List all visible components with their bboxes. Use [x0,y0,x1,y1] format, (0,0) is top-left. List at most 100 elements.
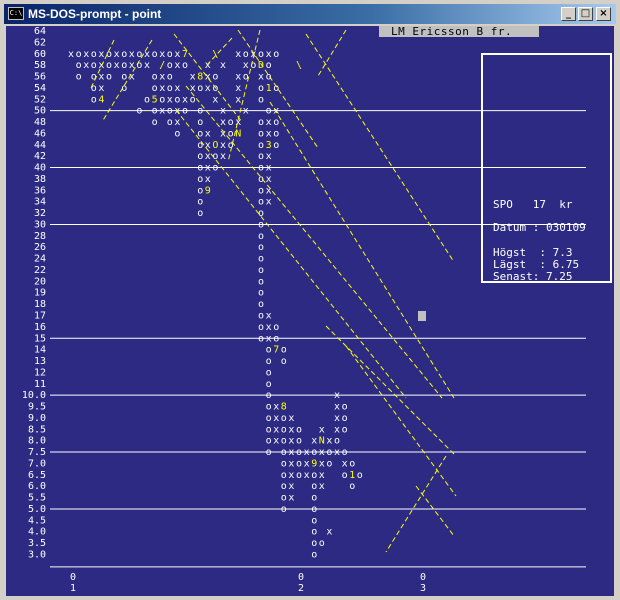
chart-symbol: x [266,163,272,174]
trend-line [305,33,455,263]
chart-symbol: x [319,470,325,481]
chart-symbol: x [319,447,325,458]
chart-symbol: o [281,436,287,447]
y-tick-label: 5.5 [28,493,46,504]
y-tick-label: 38 [34,174,46,185]
chart-symbol: x [235,72,241,83]
trend-line [269,101,455,399]
chart-symbol: x [266,151,272,162]
chart-symbol: o [326,458,332,469]
y-tick-label: 13 [34,356,46,367]
chart-symbol: o [197,83,203,94]
maximize-button[interactable]: □ [578,7,593,21]
x-year-marker: 0 [298,572,304,583]
chart-symbol: x [205,163,211,174]
chart-symbol: o [273,117,279,128]
chart-symbol: x [266,128,272,139]
chart-symbol: x [334,447,340,458]
chart-symbol: o [281,424,287,435]
chart-symbol: o [167,83,173,94]
chart-symbol: o [167,106,173,117]
chart-symbol: o [273,83,279,94]
chart-symbol: x [334,413,340,424]
chart-symbol: x [98,49,104,60]
chart-symbol: o [266,356,272,367]
console-area[interactable]: 64 62 60 58 56 54 52 50 48 46 44 42 40 38 36 34 32 30 28 26… [6,26,614,596]
y-tick-label: 62 [34,37,46,48]
chart-symbol: o [258,242,264,253]
chart-symbol: o [258,288,264,299]
chart-symbol: o [197,185,203,196]
chart-symbol: o [182,106,188,117]
chart-symbol: x [174,83,180,94]
chart-symbol: o [266,379,272,390]
chart-symbol: o [266,367,272,378]
text-cursor [418,311,426,321]
title-bar[interactable]: C:\ MS-DOS-prompt - point _ □ × [4,4,616,24]
y-tick-label: 15 [34,333,46,344]
chart-symbol: x [304,458,310,469]
chart-symbol: o [273,322,279,333]
info-symbol: SPO 17 kr [493,198,573,211]
window-title: MS-DOS-prompt - point [28,7,162,21]
chart-symbol: x [205,128,211,139]
chart-symbol: o [281,345,287,356]
chart-symbol: x [174,117,180,128]
chart-symbol: o [152,72,158,83]
minimize-button[interactable]: _ [561,7,576,21]
info-last: Senast: 7.25 [493,270,573,283]
trend-line [205,37,233,67]
chart-symbol: o [136,106,142,117]
chart-symbol: x [288,481,294,492]
close-button[interactable]: × [596,7,611,21]
chart-symbol: o [159,94,165,105]
chart-symbol: x [273,436,279,447]
info-date: Datum : 030109 [493,221,586,234]
trend-symbol: - [144,106,150,117]
chart-symbol: o [258,333,264,344]
chart-symbol: x [83,60,89,71]
chart-symbol: x [220,151,226,162]
chart-symbol: x [266,174,272,185]
y-tick-label: 8.0 [28,436,46,447]
y-tick-label: 28 [34,231,46,242]
chart-symbol: o [281,493,287,504]
chart-symbol: x [182,94,188,105]
chart-symbol: x [288,424,294,435]
chart-symbol: o [296,458,302,469]
chart-symbol: o [349,458,355,469]
chart-marker: N [235,128,241,139]
y-tick-label: 11 [34,379,46,390]
chart-symbol: x [326,527,332,538]
chart-symbol: o [311,493,317,504]
chart-symbol: x [205,174,211,185]
chart-symbol: x [288,447,294,458]
chart-symbol: x [273,413,279,424]
chart-symbol: o [197,151,203,162]
info-panel: SPO 17 kr Datum : 030109 Högst : 7.3 Läg… [481,53,612,283]
y-tick-label: 36 [34,185,46,196]
chart-symbol: o [266,60,272,71]
chart-symbol: x [334,390,340,401]
y-tick-label: 40 [34,163,46,174]
y-tick-label: 20 [34,276,46,287]
chart-symbol: x [98,83,104,94]
dos-prompt-icon[interactable]: C:\ [8,7,24,20]
y-tick-label: 10.0 [22,390,46,401]
chart-symbol: o [258,140,264,151]
chart-symbol: o [212,163,218,174]
chart-symbol: o [266,106,272,117]
chart-symbol: x [114,49,120,60]
chart-symbol: x [266,117,272,128]
chart-symbol: o [91,60,97,71]
chart-symbol: o [182,60,188,71]
chart-symbol: o [258,299,264,310]
chart-symbol: x [220,106,226,117]
chart-symbol: x [243,106,249,117]
chart-symbol: o [258,128,264,139]
chart-symbol: x [220,117,226,128]
chart-symbol: x [212,94,218,105]
chart-symbol: o [106,72,112,83]
chart-symbol: o [266,402,272,413]
chart-symbol: x [235,94,241,105]
